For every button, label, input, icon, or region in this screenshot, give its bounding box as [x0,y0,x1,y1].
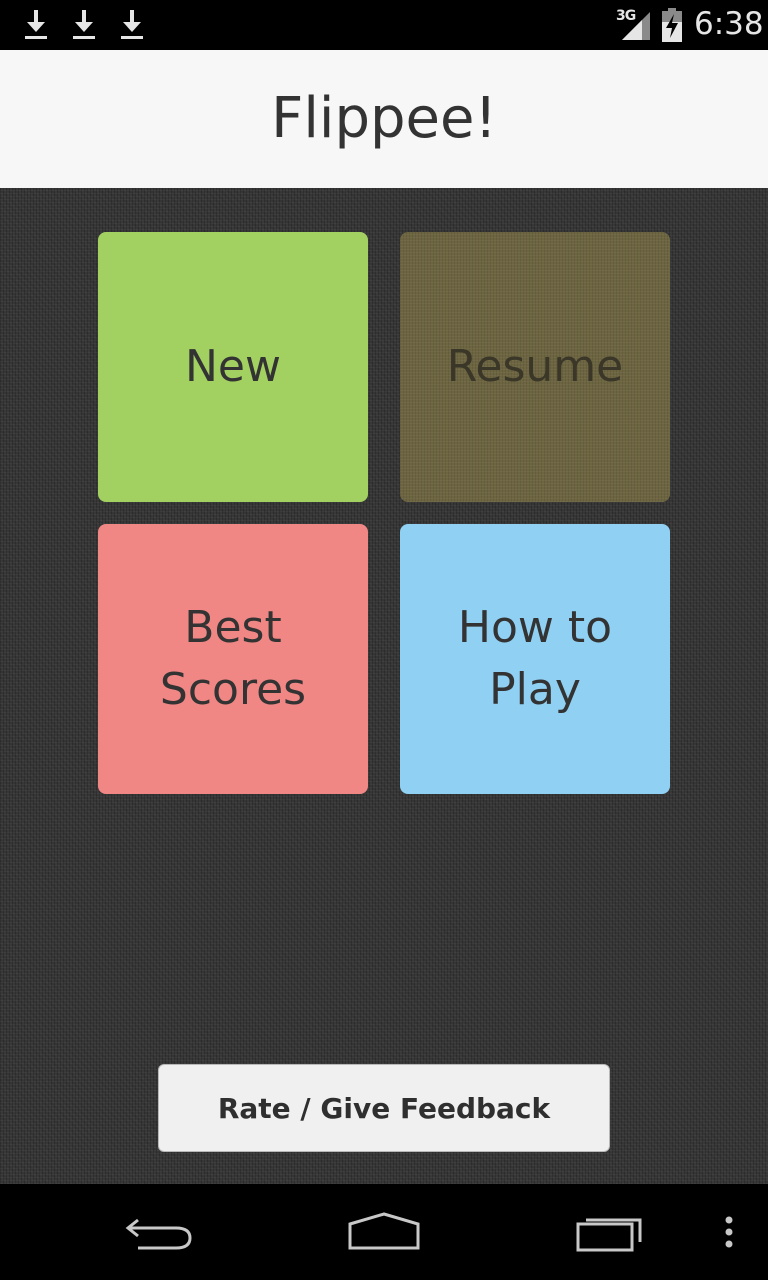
app-bar: Flippee! [0,50,768,188]
new-game-button[interactable]: New [98,232,368,502]
navigation-bar [0,1184,768,1280]
battery-charging-icon [662,8,682,42]
status-bar: 3G 6:38 [0,0,768,50]
signal-icon [622,12,650,40]
download-icon [121,10,143,39]
status-clock: 6:38 [694,6,764,42]
rate-feedback-button[interactable]: Rate / Give Feedback [158,1064,610,1152]
how-to-play-label: How to Play [457,602,613,715]
best-scores-button[interactable]: Best Scores [98,524,368,794]
best-scores-label: Best Scores [159,602,307,715]
new-game-label: New [185,341,281,392]
download-icon [25,10,47,39]
home-icon[interactable] [346,1208,422,1256]
main-menu: New Resume Best Scores How to Play Rate … [0,188,768,1184]
back-icon[interactable] [124,1208,194,1256]
resume-label: Resume [446,341,624,392]
how-to-play-button[interactable]: How to Play [400,524,670,794]
recents-icon[interactable] [574,1208,646,1256]
resume-button[interactable]: Resume [400,232,670,502]
rate-feedback-label: Rate / Give Feedback [217,1091,551,1125]
app-screen: 3G 6:38 Flippee! New Resume Best Scores … [0,0,768,1280]
app-title: Flippee! [271,85,497,151]
overflow-menu-icon[interactable] [722,1208,736,1256]
download-icon [73,10,95,39]
